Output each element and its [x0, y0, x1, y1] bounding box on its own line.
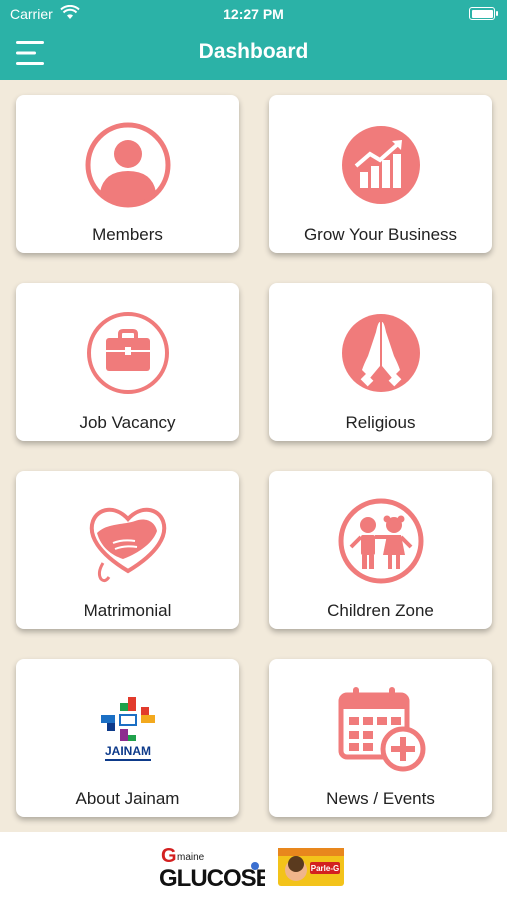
battery-icon [469, 7, 498, 20]
briefcase-icon [86, 312, 169, 394]
page-title: Dashboard [198, 40, 309, 63]
tile-label: Children Zone [327, 601, 434, 620]
glucose-logo: G maine GLUCOSE [159, 845, 265, 892]
tile-label: Job Vacancy [79, 413, 176, 432]
praying-hands-icon [341, 314, 420, 392]
parle-g-logo: Parle-G [278, 848, 344, 886]
tile-children-zone[interactable]: Children Zone [269, 471, 492, 629]
person-icon [85, 122, 170, 208]
navigation-bar: Carrier 12:27 PM Dashboard [0, 0, 507, 80]
heart-handshake-icon [89, 507, 166, 583]
tile-label: News / Events [326, 789, 435, 808]
tile-grow-your-business[interactable]: Grow Your Business [269, 95, 492, 253]
tile-label: Matrimonial [83, 601, 172, 620]
children-icon [338, 498, 423, 584]
tile-job-vacancy[interactable]: Job Vacancy [16, 283, 239, 441]
dashboard-grid: Members Grow Your Business Job Vacancy R… [0, 80, 507, 832]
tile-matrimonial[interactable]: Matrimonial [16, 471, 239, 629]
svg-text:G: G [161, 845, 177, 867]
svg-text:JAINAM: JAINAM [104, 744, 150, 758]
svg-text:GLUCOSE: GLUCOSE [159, 865, 265, 892]
svg-text:Parle-G: Parle-G [311, 864, 339, 873]
status-bar: Carrier 12:27 PM [0, 0, 507, 30]
tile-news-events[interactable]: News / Events [269, 659, 492, 817]
tile-label: Grow Your Business [303, 225, 458, 244]
tile-label: Members [92, 225, 163, 244]
tile-religious[interactable]: Religious [269, 283, 492, 441]
tile-label: Religious [345, 413, 416, 432]
growth-chart-icon [341, 126, 420, 204]
clock: 12:27 PM [223, 6, 284, 22]
calendar-add-icon [338, 687, 425, 772]
svg-text:maine: maine [177, 852, 205, 863]
footer-banner[interactable]: G maine GLUCOSE Parle-G [0, 832, 507, 900]
tile-label: About Jainam [75, 789, 180, 808]
tile-members[interactable]: Members [16, 95, 239, 253]
jainam-logo: JAINAM [100, 697, 155, 761]
tile-about-jainam[interactable]: JAINAM About Jainam [16, 659, 239, 817]
